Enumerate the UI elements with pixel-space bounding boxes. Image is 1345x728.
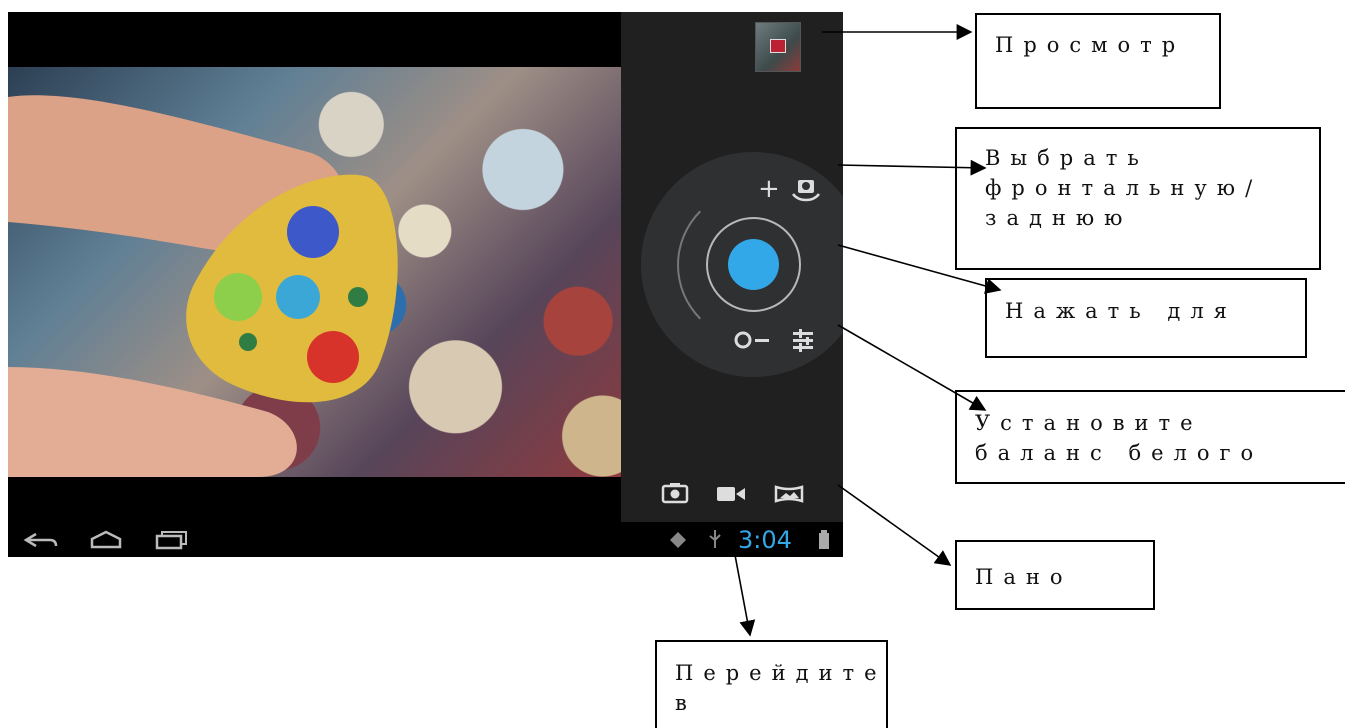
- arrow-switch-camera: [837, 159, 987, 176]
- arrow-go-to: [734, 554, 756, 637]
- arrow-shutter: [837, 244, 1002, 294]
- arrow-panorama: [837, 484, 952, 566]
- arrow-white-balance: [837, 324, 987, 411]
- callout-arrows: [734, 24, 1002, 637]
